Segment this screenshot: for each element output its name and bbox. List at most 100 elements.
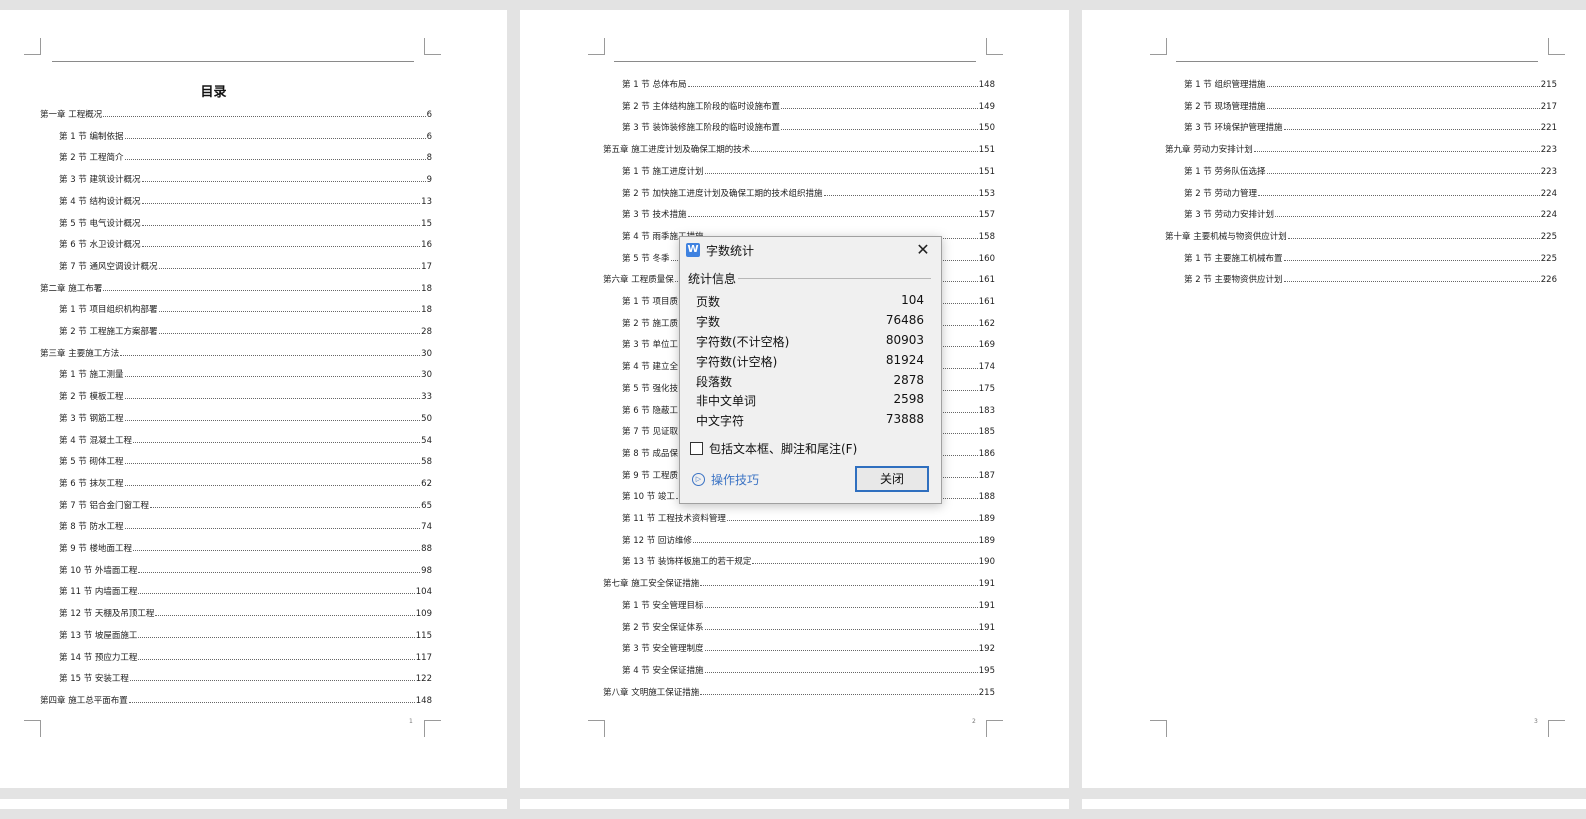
toc-leader-dots <box>687 216 978 218</box>
toc-entry[interactable]: 第 2 节 现场管理措施 217 <box>1184 100 1557 112</box>
toc-entry-text: 第 2 节 模板工程 <box>59 392 124 403</box>
toc-leader-dots <box>129 680 415 682</box>
toc-entry[interactable]: 第 1 节 劳务队伍选择 223 <box>1184 165 1557 177</box>
toc-entry[interactable]: 第四章 施工总平面布置 148 <box>40 694 432 706</box>
toc-entry[interactable]: 第 12 节 回访维修 189 <box>622 534 995 546</box>
toc-entry[interactable]: 第 3 节 建筑设计概况 9 <box>59 173 432 185</box>
toc-entry[interactable]: 第 2 节 安全保证体系 191 <box>622 621 995 633</box>
close-button[interactable]: 关闭 <box>855 466 929 492</box>
toc-entry[interactable]: 第 11 节 内墙面工程 104 <box>59 585 432 597</box>
crop-mark <box>588 38 605 55</box>
dialog-title-bar[interactable]: W 字数统计 ✕ <box>680 237 941 263</box>
toc-entry[interactable]: 第五章 施工进度计划及确保工期的技术 151 <box>603 143 995 155</box>
toc-entry[interactable]: 第 1 节 总体布局 148 <box>622 78 995 90</box>
toc-entry[interactable]: 第 1 节 施工进度计划 151 <box>622 165 995 177</box>
toc-entry-text: 第 1 节 项目质 <box>622 297 679 307</box>
stat-value: 73888 <box>885 412 924 426</box>
include-textbox-footnote-checkbox[interactable]: 包括文本框、脚注和尾注(F) <box>690 440 857 456</box>
toc-entry-text: 第 4 节 建立全 <box>622 362 679 373</box>
toc-entry[interactable]: 第 1 节 编制依据 6 <box>59 130 432 142</box>
toc-entry-page: 109 <box>415 609 432 620</box>
toc-entry-text: 第 8 节 成品保 <box>622 448 679 459</box>
toc-entry[interactable]: 第 7 节 铝合金门窗工程 65 <box>59 499 432 511</box>
toc-entry[interactable]: 第 15 节 安装工程 122 <box>59 672 432 684</box>
toc-entry-page: 151 <box>978 145 995 156</box>
toc-entry[interactable]: 第 13 节 装饰样板施工的若干规定 190 <box>622 555 995 567</box>
toc-entry[interactable]: 第 8 节 防水工程 74 <box>59 520 432 532</box>
toc-entry[interactable]: 第七章 施工安全保证措施 191 <box>603 577 995 589</box>
toc-entry[interactable]: 第三章 主要施工方法 30 <box>40 347 432 359</box>
toc-entry[interactable]: 第 13 节 坡屋面施工 115 <box>59 629 432 641</box>
toc-entry-text: 第 5 节 强化技 <box>622 383 679 394</box>
toc-leader-dots <box>124 419 421 421</box>
toc-leader-dots <box>124 528 421 530</box>
toc-leader-dots <box>124 463 421 465</box>
toc-entry-text: 第 2 节 主体结构施工阶段的临时设施布置 <box>622 101 781 112</box>
checkbox-box[interactable] <box>690 441 703 455</box>
toc-entry[interactable]: 第 3 节 技术措施 157 <box>622 208 995 220</box>
toc-leader-dots <box>752 563 978 565</box>
toc-entry[interactable]: 第 1 节 施工测量 30 <box>59 368 432 380</box>
toc-entry[interactable]: 第 1 节 组织管理措施 215 <box>1184 78 1557 90</box>
toc-entry[interactable]: 第 4 节 混凝土工程 54 <box>59 434 432 446</box>
toc-entry[interactable]: 第 6 节 抹灰工程 62 <box>59 477 432 489</box>
toc-entry-page: 223 <box>1540 145 1557 156</box>
toc-leader-dots <box>700 585 978 587</box>
toc-entry-text: 第 2 节 劳动力管理 <box>1184 188 1258 199</box>
toc-entry[interactable]: 第 6 节 水卫设计概况 16 <box>59 238 432 250</box>
toc-entry-page: 62 <box>421 478 432 489</box>
toc-entry-page: 160 <box>978 253 995 264</box>
toc-entry[interactable]: 第 5 节 电气设计概况 15 <box>59 217 432 229</box>
toc-leader-dots <box>692 541 978 543</box>
toc-entry-page: 191 <box>978 600 995 611</box>
toc-entry[interactable]: 第一章 工程概况 6 <box>40 108 432 120</box>
toc-entry[interactable]: 第二章 施工布署 18 <box>40 282 432 294</box>
toc-entry[interactable]: 第 3 节 安全管理制度 192 <box>622 642 995 654</box>
toc-entry-page: 15 <box>421 218 432 229</box>
toc-entry[interactable]: 第 2 节 模板工程 33 <box>59 390 432 402</box>
toc-entry[interactable]: 第 2 节 主要物资供应计划 226 <box>1184 273 1557 285</box>
toc-leader-dots <box>687 86 978 87</box>
toc-leader-dots <box>141 202 421 204</box>
toc-entry[interactable]: 第八章 文明施工保证措施 215 <box>603 686 995 698</box>
toc-leader-dots <box>150 506 421 508</box>
toc-entry[interactable]: 第 9 节 楼地面工程 88 <box>59 542 432 554</box>
toc-entry[interactable]: 第九章 劳动力安排计划 223 <box>1165 143 1557 155</box>
toc-entry[interactable]: 第 1 节 安全管理目标 191 <box>622 599 995 611</box>
toc-entry[interactable]: 第 4 节 安全保证措施 195 <box>622 664 995 676</box>
toc-entry[interactable]: 第十章 主要机械与物资供应计划 225 <box>1165 230 1557 242</box>
toc-entry[interactable]: 第 2 节 加快施工进度计划及确保工期的技术组织措施 153 <box>622 187 995 199</box>
tips-label: 操作技巧 <box>711 473 760 487</box>
toc-entry[interactable]: 第 2 节 劳动力管理 224 <box>1184 187 1557 199</box>
toc-entry[interactable]: 第 5 节 砌体工程 58 <box>59 455 432 467</box>
toc-entry-text: 第 11 节 工程技术资料管理 <box>622 514 726 524</box>
toc-entry[interactable]: 第 1 节 主要施工机械布置 225 <box>1184 252 1557 264</box>
toc-entry[interactable]: 第 10 节 外墙面工程 98 <box>59 564 432 576</box>
toc-entry[interactable]: 第 2 节 工程简介 8 <box>59 151 432 163</box>
toc-entry[interactable]: 第 14 节 预应力工程 117 <box>59 651 432 663</box>
toc-entry[interactable]: 第 3 节 装饰装修施工阶段的临时设施布置 150 <box>622 121 995 133</box>
toc-entry-text: 第 13 节 坡屋面施工 <box>59 630 138 641</box>
toc-entry-text: 第 1 节 组织管理措施 <box>1184 80 1266 90</box>
toc-entry-page: 221 <box>1540 123 1557 134</box>
toc-entry[interactable]: 第 7 节 通风空调设计概况 17 <box>59 260 432 272</box>
play-icon: ▷ <box>692 473 705 486</box>
toc-entry-page: 88 <box>421 544 432 554</box>
toc-entry-text: 第 6 节 隐蔽工 <box>622 405 679 416</box>
toc-entry[interactable]: 第 11 节 工程技术资料管理 189 <box>622 512 995 524</box>
toc-entry[interactable]: 第 12 节 天棚及吊顶工程 109 <box>59 607 432 619</box>
toc-entry[interactable]: 第 1 节 项目组织机构部署 18 <box>59 303 432 315</box>
toc-entry-page: 190 <box>978 557 995 568</box>
toc-entry[interactable]: 第 4 节 结构设计概况 13 <box>59 195 432 207</box>
next-page-edge <box>1082 799 1586 809</box>
word-count-dialog: W 字数统计 ✕ 统计信息 页数 104 字数 76486 字符数(不计空格) … <box>679 236 942 504</box>
toc-entry[interactable]: 第 3 节 劳动力安排计划 224 <box>1184 208 1557 220</box>
toc-entry[interactable]: 第 3 节 钢筋工程 50 <box>59 412 432 424</box>
toc-entry[interactable]: 第 2 节 主体结构施工阶段的临时设施布置 149 <box>622 100 995 112</box>
toc-leader-dots <box>133 550 421 551</box>
toc-entry[interactable]: 第 3 节 环境保护管理措施 221 <box>1184 121 1557 133</box>
close-icon[interactable]: ✕ <box>913 240 933 260</box>
tips-link[interactable]: ▷ 操作技巧 <box>692 471 759 488</box>
toc-leader-dots <box>128 701 415 703</box>
toc-entry[interactable]: 第 2 节 工程施工方案部署 28 <box>59 325 432 337</box>
